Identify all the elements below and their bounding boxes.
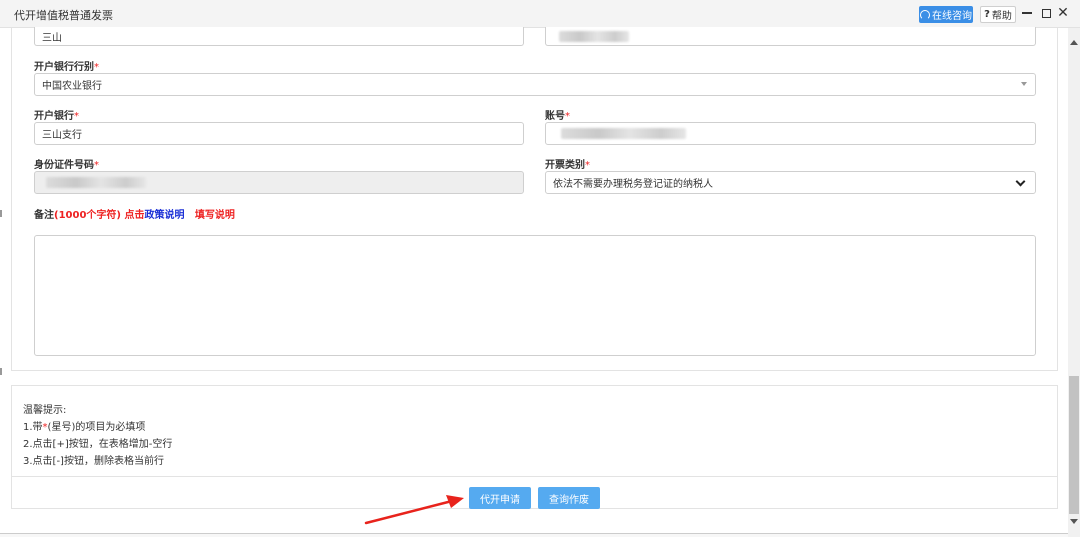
invoice-category-select[interactable]: 依法不需要办理税务登记证的纳税人 [545,171,1036,194]
taxpayer-id-input[interactable] [545,27,1036,46]
caret-down-icon [1021,82,1027,86]
annotation-arrow [364,495,464,525]
bank-branch-type-value: 中国农业银行 [42,81,102,92]
bank-branch-type-select[interactable]: 中国农业银行 [34,73,1036,96]
edge-marker [0,368,2,375]
account-input[interactable] [545,122,1036,145]
remark-textarea[interactable] [34,235,1036,356]
minimize-icon[interactable] [1020,5,1034,21]
fill-instructions-link[interactable]: 填写说明 [195,210,235,221]
tip-line-3: 3.点击[-]按钮，删除表格当前行 [23,456,164,467]
action-bar [11,477,1058,509]
remark-label: 备注(1000个字符) 点击政策说明 填写说明 [34,210,235,221]
bottom-border [0,533,1068,537]
query-void-button[interactable]: 查询作废 [538,487,600,509]
tip-line-2: 2.点击[+]按钮，在表格增加-空行 [23,439,173,450]
question-icon: ? [984,9,990,20]
invoice-category-label: 开票类别* [545,160,590,171]
policy-link[interactable]: 政策说明 [144,210,184,221]
scroll-up-icon[interactable] [1070,40,1078,45]
masked-value [561,128,686,139]
headset-icon [920,9,930,20]
tip-line-1: 1.带*(星号)的项目为必填项 [23,422,146,433]
scrollbar-thumb[interactable] [1069,376,1079,514]
edge-marker [0,210,2,217]
online-consult-button[interactable]: 在线咨询 [919,6,973,23]
tips-panel: 温馨提示: 1.带*(星号)的项目为必填项 2.点击[+]按钮，在表格增加-空行… [11,385,1058,477]
title-bar: 代开增值税普通发票 在线咨询 ? 帮助 ✕ [0,0,1080,28]
invoice-category-value: 依法不需要办理税务登记证的纳税人 [553,179,713,190]
masked-value [46,177,146,188]
window-title: 代开增值税普通发票 [14,9,113,22]
bank-branch-type-label: 开户银行行别* [34,62,99,73]
scroll-down-icon[interactable] [1070,519,1078,524]
help-label: 帮助 [991,11,1012,22]
tips-heading: 温馨提示: [23,405,67,416]
masked-value [559,30,629,42]
bank-input[interactable]: 三山支行 [34,122,524,145]
bank-value: 三山支行 [42,130,82,141]
chevron-down-icon [1015,176,1026,187]
name-value: 三山 [42,32,62,44]
online-consult-label: 在线咨询 [932,11,972,22]
close-icon[interactable]: ✕ [1056,5,1070,21]
help-button[interactable]: ? 帮助 [980,6,1016,23]
id-number-input[interactable] [34,171,524,194]
bank-label: 开户银行* [34,111,79,122]
id-number-label: 身份证件号码* [34,160,99,171]
maximize-icon[interactable] [1039,5,1053,21]
apply-button[interactable]: 代开申请 [469,487,531,509]
name-input[interactable]: 三山 [34,27,524,46]
account-label: 账号* [545,111,570,122]
